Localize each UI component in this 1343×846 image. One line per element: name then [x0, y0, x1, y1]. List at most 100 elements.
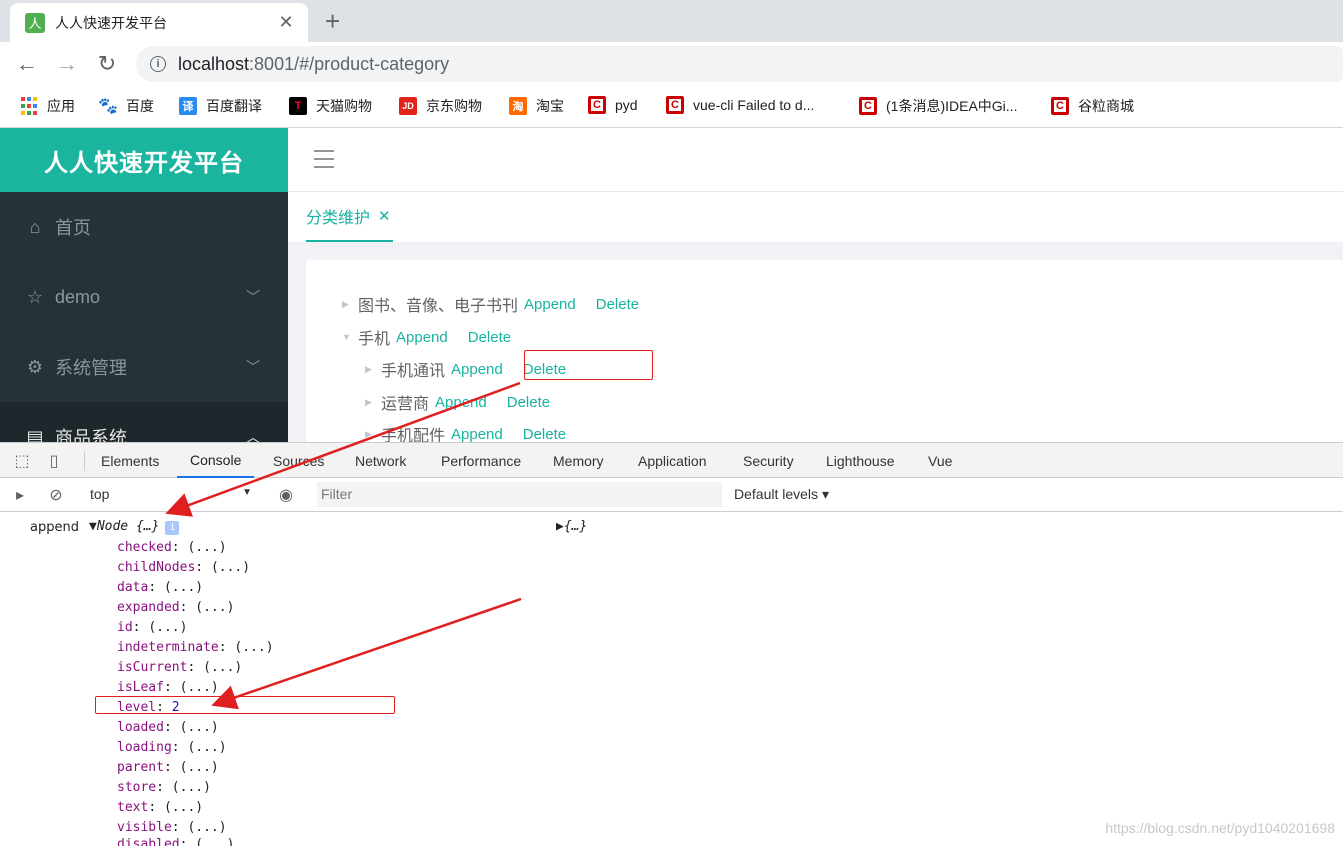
- bookmark-tmall[interactable]: T 天猫购物: [289, 96, 372, 116]
- tree-node[interactable]: ▼ 手机 Append Delete: [342, 325, 531, 349]
- tree-node[interactable]: ▶ 图书、音像、电子书刊 Append Delete: [342, 292, 659, 316]
- url-text[interactable]: localhost:8001/#/product-category: [178, 54, 449, 75]
- browser-tab[interactable]: 人 人人快速开发平台 ✕: [10, 3, 308, 42]
- caret-down-icon[interactable]: ▼: [342, 332, 358, 342]
- brand-title[interactable]: 人人快速开发平台: [0, 128, 288, 192]
- bookmark-gulimall[interactable]: C 谷粒商城: [1051, 96, 1134, 116]
- sidebar-item-product[interactable]: ▤ 商品系统 ︿: [0, 402, 288, 442]
- devtools-tab-sources[interactable]: Sources: [273, 443, 324, 478]
- bookmark-apps[interactable]: 应用: [20, 96, 75, 116]
- caret-down-icon: ▾: [821, 486, 829, 502]
- devtools-tab-application[interactable]: Application: [638, 443, 707, 478]
- object-property[interactable]: disabled: (...): [117, 837, 234, 846]
- chevron-down-icon: ﹀: [246, 289, 260, 305]
- gear-icon: ⚙: [26, 356, 44, 377]
- bookmark-taobao[interactable]: 淘 淘宝: [509, 96, 564, 116]
- document-icon: ▤: [26, 426, 44, 443]
- object-property[interactable]: store: (...): [117, 780, 211, 795]
- object-property[interactable]: expanded: (...): [117, 600, 234, 615]
- csdn-icon: C: [588, 96, 606, 114]
- sidebar-item-system[interactable]: ⚙ 系统管理 ﹀: [0, 332, 288, 402]
- close-icon[interactable]: ✕: [378, 207, 391, 225]
- console-output: append ▼Node {…} i ▶{…} checked: (...) ch…: [0, 512, 1343, 846]
- bookmark-jd[interactable]: JD 京东购物: [399, 96, 482, 116]
- delete-button[interactable]: Delete: [596, 296, 639, 313]
- info-icon[interactable]: i: [150, 56, 166, 72]
- log-levels-select[interactable]: Default levels ▾: [734, 486, 829, 503]
- bookmarks-bar: 应用 🐾 百度 译 百度翻译 T 天猫购物 JD 京东购物 淘 淘宝 C pyd…: [0, 86, 1343, 128]
- bookmark-vue-cli[interactable]: C vue-cli Failed to d...: [666, 96, 814, 114]
- object-preview-collapsed[interactable]: ▶{…}: [556, 519, 587, 534]
- caret-right-icon[interactable]: ▶: [365, 397, 381, 408]
- object-property[interactable]: indeterminate: (...): [117, 640, 274, 655]
- devtools-tab-network[interactable]: Network: [355, 443, 406, 478]
- devtools-tab-security[interactable]: Security: [743, 443, 794, 478]
- sidebar-item-home[interactable]: ⌂ 首页: [0, 192, 288, 262]
- close-icon[interactable]: ✕: [276, 12, 296, 33]
- bookmark-pyd[interactable]: C pyd: [588, 96, 638, 114]
- bookmark-idea[interactable]: C (1条消息)IDEA中Gi...: [859, 96, 1017, 116]
- devtools-tab-memory[interactable]: Memory: [553, 443, 604, 478]
- object-property[interactable]: loading: (...): [117, 740, 227, 755]
- object-preview[interactable]: ▼Node {…} i: [89, 519, 180, 535]
- object-property[interactable]: parent: (...): [117, 760, 219, 775]
- sidebar-item-demo[interactable]: ☆ demo ﹀: [0, 262, 288, 332]
- object-property[interactable]: loaded: (...): [117, 720, 219, 735]
- object-property[interactable]: checked: (...): [117, 540, 227, 555]
- sidebar: 人人快速开发平台 ⌂ 首页 ☆ demo ﹀ ⚙ 系统管理 ﹀ ▤ 商品系统 ︿: [0, 128, 288, 442]
- object-property[interactable]: id: (...): [117, 620, 187, 635]
- object-property[interactable]: text: (...): [117, 800, 203, 815]
- devtools-tab-lighthouse[interactable]: Lighthouse: [826, 443, 895, 478]
- tree-node[interactable]: ▶ 运营商 Append Delete: [365, 390, 570, 414]
- tab-product-category[interactable]: 分类维护 ✕: [306, 192, 393, 242]
- delete-button[interactable]: Delete: [523, 426, 566, 443]
- object-property[interactable]: visible: (...): [117, 820, 227, 835]
- page-tabs: 分类维护 ✕: [288, 192, 1343, 242]
- delete-button[interactable]: Delete: [507, 394, 550, 411]
- new-tab-plus-icon[interactable]: +: [325, 6, 340, 36]
- context-select[interactable]: top ▼: [90, 486, 252, 502]
- devtools-tab-elements[interactable]: Elements: [101, 443, 159, 478]
- jd-icon: JD: [399, 97, 417, 115]
- object-property[interactable]: childNodes: (...): [117, 560, 250, 575]
- devtools-tabbar: ⬚ ▯ Elements Console Sources Network Per…: [0, 443, 1343, 478]
- object-property[interactable]: data: (...): [117, 580, 203, 595]
- eye-icon[interactable]: ◉: [276, 485, 296, 505]
- devtools-tab-performance[interactable]: Performance: [441, 443, 521, 478]
- bookmark-baidu-translate[interactable]: 译 百度翻译: [179, 96, 262, 116]
- filter-input[interactable]: Filter: [317, 482, 722, 507]
- caret-right-icon[interactable]: ▶: [365, 429, 381, 440]
- append-button[interactable]: Append: [451, 361, 503, 378]
- tab-title: 人人快速开发平台: [55, 14, 167, 31]
- reload-icon[interactable]: ↻: [93, 50, 121, 78]
- caret-right-icon[interactable]: ▶: [342, 299, 358, 310]
- append-button[interactable]: Append: [524, 296, 576, 313]
- clear-console-icon[interactable]: ⊘: [46, 485, 66, 505]
- devtools-panel: ⬚ ▯ Elements Console Sources Network Per…: [0, 442, 1343, 846]
- csdn-icon: C: [1051, 97, 1069, 115]
- info-icon[interactable]: i: [165, 521, 180, 535]
- devtools-tab-console[interactable]: Console: [177, 443, 255, 478]
- inspect-element-icon[interactable]: ⬚: [12, 451, 32, 471]
- append-button[interactable]: Append: [451, 426, 503, 443]
- csdn-icon: C: [859, 97, 877, 115]
- bookmark-baidu[interactable]: 🐾 百度: [98, 96, 154, 116]
- caret-right-icon[interactable]: ▶: [365, 364, 381, 375]
- menu-toggle-icon[interactable]: [314, 150, 334, 174]
- device-toggle-icon[interactable]: ▯: [44, 451, 64, 471]
- address-bar[interactable]: i localhost:8001/#/product-category: [136, 46, 1343, 82]
- append-button[interactable]: Append: [396, 329, 448, 346]
- tmall-icon: T: [289, 97, 307, 115]
- devtools-tab-vue[interactable]: Vue: [928, 443, 952, 478]
- forward-arrow-icon[interactable]: →: [53, 50, 81, 78]
- app-viewport: 人人快速开发平台 ⌂ 首页 ☆ demo ﹀ ⚙ 系统管理 ﹀ ▤ 商品系统 ︿…: [0, 128, 1343, 442]
- category-tree-panel: ▶ 图书、音像、电子书刊 Append Delete ▼ 手机 Append D…: [306, 260, 1343, 442]
- back-arrow-icon[interactable]: ←: [13, 50, 41, 78]
- delete-button[interactable]: Delete: [468, 329, 511, 346]
- sidebar-toggle-icon[interactable]: ▸: [10, 485, 30, 505]
- tree-node[interactable]: ▶ 手机配件 Append Delete: [365, 422, 586, 443]
- translate-icon: 译: [179, 97, 197, 115]
- object-property[interactable]: isLeaf: (...): [117, 680, 219, 695]
- append-button[interactable]: Append: [435, 394, 487, 411]
- object-property[interactable]: isCurrent: (...): [117, 660, 242, 675]
